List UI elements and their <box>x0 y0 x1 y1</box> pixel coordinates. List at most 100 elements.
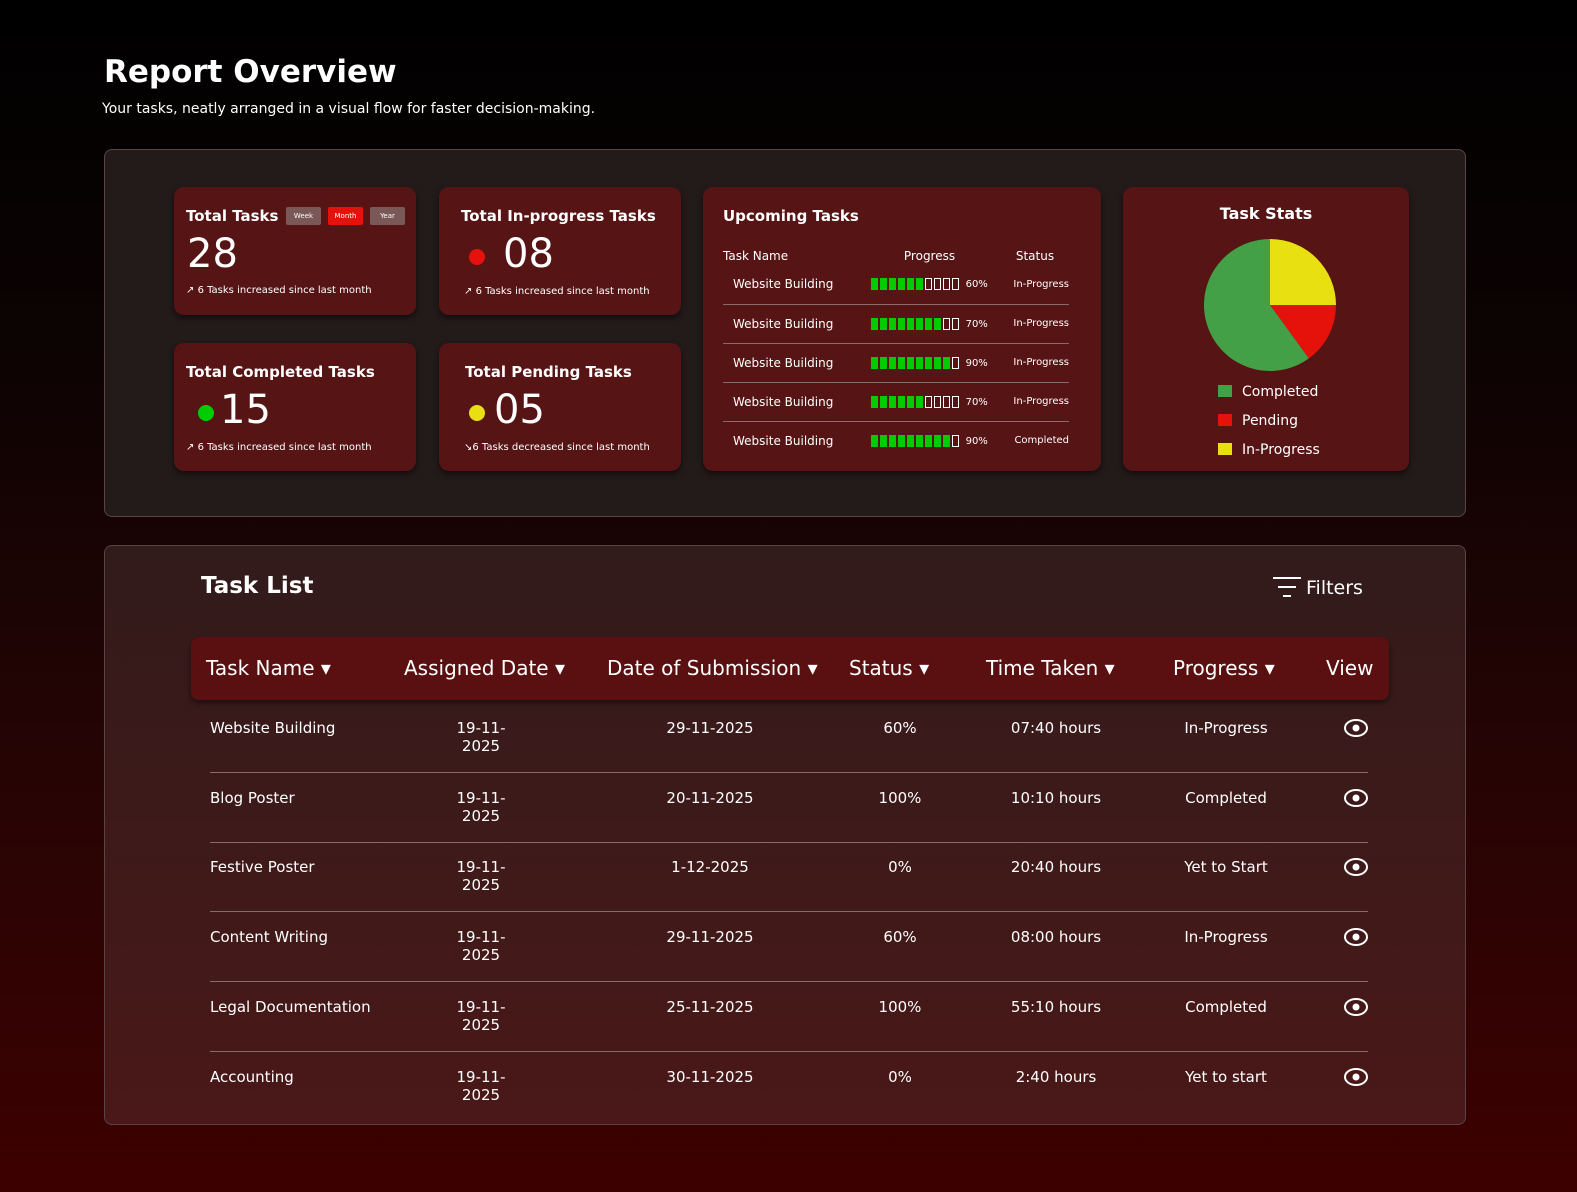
progress-segment <box>880 317 888 330</box>
section-title: Task List <box>201 573 314 599</box>
upcoming-tasks-card: Upcoming Tasks Task Name Progress Status… <box>703 187 1101 471</box>
progress-segment <box>943 278 951 291</box>
upcoming-table: Task Name Progress Status Website Buildi… <box>723 247 1069 460</box>
progress-pct: 90% <box>965 357 988 369</box>
cell-task-name: Website Building <box>210 719 336 737</box>
completed-card: Total Completed Tasks 15 ↗ 6 Tasks incre… <box>174 343 416 471</box>
progress-segment <box>934 434 942 447</box>
progress-segment <box>889 395 897 408</box>
progress-pct: 70% <box>965 396 988 408</box>
cell-time-taken: 10:10 hours <box>1010 788 1102 807</box>
page-title: Report Overview <box>104 54 397 90</box>
progress-segment <box>889 278 897 291</box>
page-subtitle: Your tasks, neatly arranged in a visual … <box>102 101 596 117</box>
progress-segment <box>916 356 924 369</box>
view-eye-icon[interactable] <box>1343 997 1369 1021</box>
progress-segment <box>898 278 906 291</box>
task-status: In-Progress <box>1000 382 1069 422</box>
task-status: In-Progress <box>1000 265 1069 305</box>
progress-segment <box>916 278 924 291</box>
sort-progress[interactable]: Progress ▾ <box>1173 656 1275 680</box>
legend-label: Completed <box>1242 384 1319 400</box>
legend-swatch <box>1218 385 1232 397</box>
progress-segment <box>907 356 915 369</box>
progress-segment <box>889 317 897 330</box>
progress-pct: 90% <box>965 435 988 447</box>
cell-submission-date: 25-11-2025 <box>666 997 754 1016</box>
progress-segment <box>880 395 888 408</box>
task-status: In-Progress <box>1000 343 1069 383</box>
stat-value: 08 <box>503 231 554 277</box>
cell-progress: In-Progress <box>1184 928 1268 947</box>
cell-assigned-date: 19-11-2025 <box>456 788 506 825</box>
progress-segment <box>871 278 879 291</box>
red-dot-icon <box>469 249 485 265</box>
stat-value: 15 <box>220 387 271 433</box>
cell-submission-date: 30-11-2025 <box>666 1067 754 1086</box>
pending-card: Total Pending Tasks 05 ↘6 Tasks decrease… <box>439 343 681 471</box>
cell-assigned-date: 19-11-2025 <box>456 858 506 895</box>
progress-segment <box>952 356 960 369</box>
period-month-button[interactable]: Month <box>328 207 363 225</box>
card-title: Task Stats <box>1219 204 1313 223</box>
task-name: Website Building <box>723 265 859 305</box>
progress-segment <box>934 395 942 408</box>
progress-segment <box>934 278 942 291</box>
cell-status: 0% <box>888 1067 912 1086</box>
view-eye-icon[interactable] <box>1343 857 1369 881</box>
progress-bar <box>871 434 960 447</box>
progress-segment <box>898 356 906 369</box>
progress-segment <box>925 395 933 408</box>
progress-segment <box>943 395 951 408</box>
progress-segment <box>871 317 879 330</box>
cell-task-name: Festive Poster <box>210 858 315 877</box>
cell-progress: In-Progress <box>1184 719 1268 737</box>
cell-progress: Completed <box>1185 788 1267 807</box>
progress-segment <box>925 434 933 447</box>
progress-segment <box>916 395 924 408</box>
progress-segment <box>943 356 951 369</box>
card-title: Total Pending Tasks <box>465 363 632 381</box>
stat-note: 6 Tasks decreased since last month <box>472 442 650 453</box>
progress-segment <box>934 317 942 330</box>
view-eye-icon[interactable] <box>1343 1067 1369 1091</box>
cell-time-taken: 08:00 hours <box>1010 928 1102 947</box>
sort-assigned-date[interactable]: Assigned Date ▾ <box>404 656 565 680</box>
progress-segment <box>934 356 942 369</box>
sort-task-name[interactable]: Task Name ▾ <box>206 656 331 680</box>
sort-submission-date[interactable]: Date of Submission ▾ <box>607 656 818 680</box>
upcoming-row: Website Building 70% In-Progress <box>723 304 1069 344</box>
progress-segment <box>943 317 951 330</box>
progress-segment <box>952 278 960 291</box>
view-eye-icon[interactable] <box>1343 927 1369 951</box>
pie-chart <box>1204 239 1336 371</box>
task-name: Website Building <box>723 304 859 344</box>
cell-assigned-date: 19-11-2025 <box>456 1067 506 1104</box>
progress-segment <box>880 356 888 369</box>
period-year-button[interactable]: Year <box>370 207 405 225</box>
filters-button[interactable]: Filters <box>1272 576 1363 599</box>
col-header: Status <box>1015 249 1055 263</box>
progress-segment <box>943 434 951 447</box>
col-view: View <box>1326 656 1374 680</box>
progress-segment <box>871 395 879 408</box>
view-eye-icon[interactable] <box>1343 718 1369 742</box>
stat-value: 28 <box>187 231 238 277</box>
sort-status[interactable]: Status ▾ <box>849 656 929 680</box>
filters-label: Filters <box>1306 577 1363 599</box>
cell-status: 100% <box>878 997 922 1016</box>
upcoming-row: Website Building 60% In-Progress <box>723 265 1069 305</box>
cell-submission-date: 20-11-2025 <box>666 788 754 807</box>
task-stats-card: Task Stats Completed Pending In-Progress <box>1123 187 1409 471</box>
cell-time-taken: 2:40 hours <box>1015 1067 1097 1086</box>
cell-assigned-date: 19-11-2025 <box>456 719 506 755</box>
upcoming-row: Website Building 90% Completed <box>723 421 1069 460</box>
legend-label: In-Progress <box>1242 442 1320 458</box>
table-header: Task Name ▾ Assigned Date ▾ Date of Subm… <box>191 637 1389 700</box>
legend-item: In-Progress <box>1218 442 1320 458</box>
period-week-button[interactable]: Week <box>286 207 321 225</box>
cell-time-taken: 55:10 hours <box>1010 997 1102 1016</box>
in-progress-card: Total In-progress Tasks 08 ↗ 6 Tasks inc… <box>439 187 681 315</box>
view-eye-icon[interactable] <box>1343 788 1369 812</box>
sort-time-taken[interactable]: Time Taken ▾ <box>986 656 1115 680</box>
